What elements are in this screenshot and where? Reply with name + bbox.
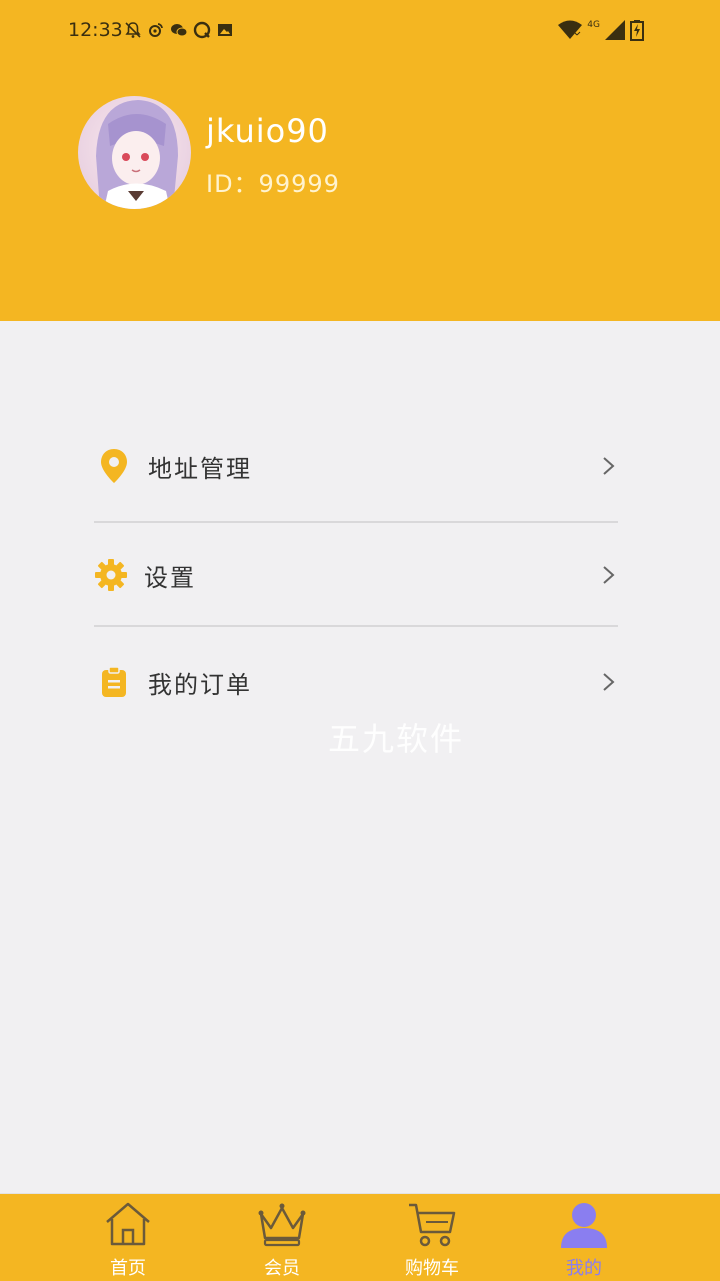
qq-icon	[193, 21, 211, 39]
tab-cart[interactable]: 购物车	[372, 1194, 492, 1281]
menu-item-orders[interactable]: 我的订单	[94, 652, 618, 712]
username: jkuio90	[206, 112, 329, 150]
wechat-icon	[171, 24, 188, 37]
tab-label: 购物车	[405, 1258, 459, 1279]
home-icon	[106, 1202, 150, 1246]
watermark: 五九软件	[328, 720, 465, 758]
tab-home[interactable]: 首页	[68, 1194, 188, 1281]
tab-label: 首页	[110, 1258, 146, 1279]
tab-label: 会员	[264, 1258, 300, 1279]
profile-header: 12:33 4G jkuio90 ID：99999	[0, 0, 720, 321]
location-pin-icon	[94, 446, 134, 486]
battery-charging-icon	[630, 20, 644, 41]
user-id: ID：99999	[206, 170, 340, 198]
network-type-label: 4G	[587, 20, 600, 30]
system-status-icons: 4G	[557, 19, 644, 41]
menu-item-settings[interactable]: 设置	[94, 545, 618, 605]
menu-divider	[94, 521, 618, 523]
menu-item-address[interactable]: 地址管理	[94, 436, 618, 496]
menu-divider	[94, 625, 618, 627]
avatar-image	[78, 96, 191, 209]
status-bar: 12:33 4G	[0, 0, 720, 62]
crown-icon	[258, 1203, 306, 1247]
avatar[interactable]	[78, 96, 191, 209]
chevron-right-icon	[603, 566, 615, 584]
image-icon	[218, 24, 232, 36]
chevron-right-icon	[603, 673, 615, 691]
chevron-right-icon	[603, 457, 615, 475]
status-time: 12:33	[68, 19, 123, 41]
signal-icon	[605, 20, 625, 40]
tab-member[interactable]: 会员	[222, 1194, 342, 1281]
bell-off-icon	[125, 22, 141, 38]
weibo-icon	[149, 23, 163, 37]
cart-icon	[409, 1203, 456, 1247]
tab-label: 我的	[566, 1258, 602, 1279]
bottom-tab-bar: 首页 会员 购物车 我的	[0, 1193, 720, 1281]
menu-item-label: 设置	[144, 563, 196, 592]
person-icon	[561, 1203, 607, 1248]
notification-icons	[124, 21, 234, 39]
gear-icon	[94, 555, 128, 595]
tab-mine[interactable]: 我的	[524, 1194, 644, 1281]
menu-item-label: 地址管理	[148, 454, 252, 483]
clipboard-icon	[94, 662, 134, 702]
wifi-icon	[558, 20, 583, 39]
menu-item-label: 我的订单	[148, 670, 252, 699]
